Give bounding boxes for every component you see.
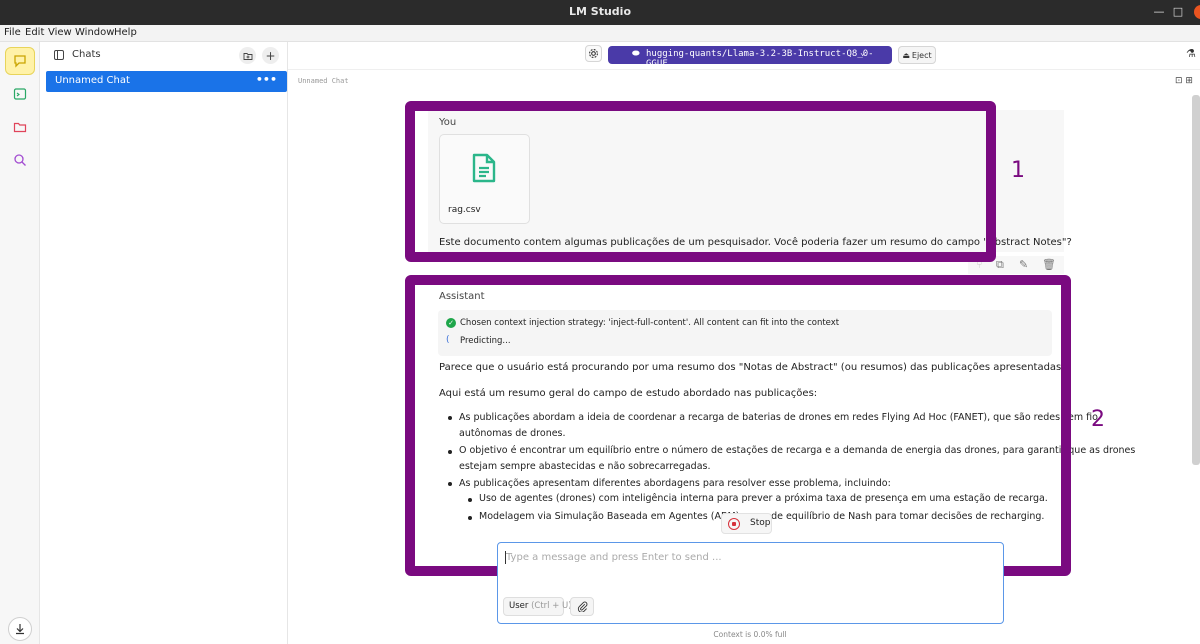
search-nav-icon[interactable] — [5, 146, 35, 174]
menu-help[interactable]: Help — [114, 27, 137, 38]
chat-list-item[interactable]: Unnamed Chat ••• — [46, 71, 287, 92]
role-shortcut: (Ctrl + U) — [531, 601, 572, 611]
folder-nav-icon[interactable] — [5, 113, 35, 141]
breadcrumb: Unnamed Chat — [298, 77, 349, 85]
attach-button[interactable] — [570, 597, 594, 616]
message-input[interactable]: Type a message and press Enter to send .… — [497, 542, 1004, 624]
context-usage-text: Context is 0.0% full — [713, 630, 787, 639]
input-placeholder: Type a message and press Enter to send .… — [506, 552, 722, 563]
chat-nav-icon[interactable] — [5, 47, 35, 75]
new-folder-button[interactable] — [239, 47, 256, 64]
menu-view[interactable]: View — [48, 27, 72, 38]
copy-icon[interactable]: ⧉ — [996, 258, 1004, 272]
model-icon: ⬬ — [632, 49, 640, 59]
sidebar-toggle-icon[interactable] — [54, 50, 64, 63]
delete-icon[interactable]: 🗑 — [1042, 258, 1056, 271]
annotation-label-2: 2 — [1091, 407, 1105, 432]
sidebar-header: Chats + — [40, 42, 288, 68]
menu-bar: File Edit View Window Help — [0, 25, 1200, 42]
layout-icon[interactable]: ⊞ — [1185, 76, 1193, 86]
eject-label: Eject — [911, 50, 932, 60]
scrollbar[interactable] — [1192, 95, 1200, 465]
download-icon[interactable] — [8, 617, 32, 641]
annotation-box-1 — [405, 101, 996, 262]
annotation-box-2 — [405, 275, 1071, 576]
side-panel-icons: ⊡ ⊞ — [1175, 76, 1193, 86]
menu-file[interactable]: File — [4, 27, 21, 38]
title-bar: LM Studio — □ — [0, 0, 1200, 25]
edit-icon[interactable]: ✎ — [1019, 258, 1028, 271]
chat-more-icon[interactable]: ••• — [256, 73, 277, 86]
model-name: hugging-quants/Llama-3.2-3B-Instruct-Q8_… — [646, 49, 874, 69]
menu-window[interactable]: Window — [75, 27, 114, 38]
chats-sidebar: Chats + Unnamed Chat ••• — [40, 42, 288, 644]
chat-info-icon[interactable]: ⊡ — [1175, 76, 1183, 86]
model-toolbar: ⬬ hugging-quants/Llama-3.2-3B-Instruct-Q… — [288, 42, 1200, 70]
sidebar-title: Chats — [72, 49, 101, 60]
terminal-nav-icon[interactable] — [5, 80, 35, 108]
eject-button[interactable]: ⏏ Eject — [898, 46, 936, 64]
model-selector[interactable]: ⬬ hugging-quants/Llama-3.2-3B-Instruct-Q… — [608, 46, 892, 69]
chat-title: Unnamed Chat — [55, 75, 130, 86]
window-title: LM Studio — [569, 5, 631, 18]
role-label: User — [509, 601, 529, 611]
role-selector-button[interactable]: User (Ctrl + U) — [503, 597, 572, 616]
minimize-icon[interactable]: — — [1153, 6, 1165, 18]
settings-gear-icon[interactable] — [585, 45, 602, 62]
maximize-icon[interactable]: □ — [1172, 6, 1184, 18]
new-chat-button[interactable]: + — [262, 47, 279, 64]
chevron-down-icon: ⌄ — [860, 48, 866, 58]
annotation-label-1: 1 — [1011, 158, 1025, 183]
nav-rail — [0, 42, 40, 644]
menu-edit[interactable]: Edit — [25, 27, 44, 38]
flask-icon[interactable]: ⚗ — [1186, 47, 1196, 60]
paperclip-icon — [577, 601, 587, 612]
eject-icon: ⏏ — [902, 50, 910, 60]
